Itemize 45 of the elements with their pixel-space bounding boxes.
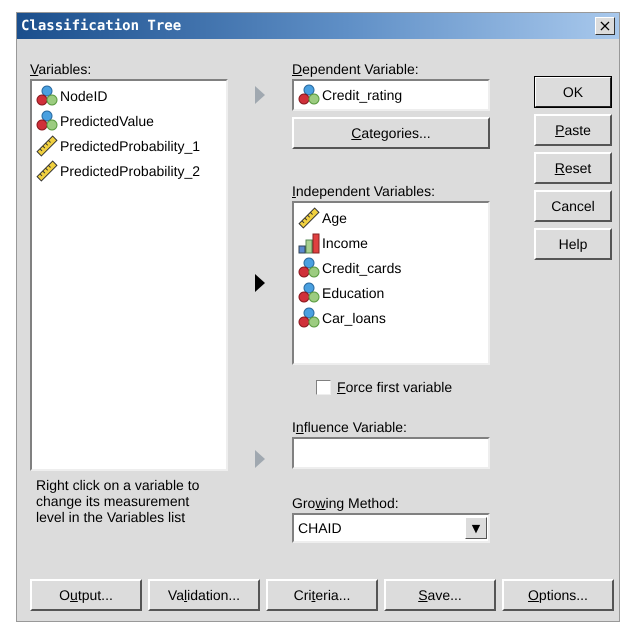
- window-title: Classification Tree: [21, 18, 182, 34]
- variable-item[interactable]: NodeID: [60, 88, 108, 104]
- variable-item[interactable]: Age: [322, 210, 347, 226]
- dialog-button[interactable]: Paste: [534, 114, 612, 146]
- growing-method-dropdown[interactable]: CHAID ▼: [292, 513, 490, 543]
- dialog-button[interactable]: Reset: [534, 152, 612, 184]
- variable-item[interactable]: PredictedProbability_2: [60, 162, 200, 178]
- categories-button[interactable]: Categories...: [292, 117, 490, 149]
- checkbox-label: Force first variable: [337, 379, 452, 395]
- influence-label: Influence Variable:: [292, 419, 408, 435]
- variable-item[interactable]: Income: [322, 234, 368, 250]
- variable-item[interactable]: Car_loans: [322, 310, 386, 326]
- bar-chart-icon: [298, 232, 320, 254]
- dependent-label: Dependent Variable:: [292, 61, 420, 77]
- dialog-button[interactable]: Criteria...: [266, 579, 378, 611]
- variable-item[interactable]: Credit_cards: [322, 260, 402, 276]
- nominal-measure-icon: [298, 84, 320, 106]
- dialog-button[interactable]: Output...: [30, 579, 142, 611]
- variable-item[interactable]: PredictedProbability_1: [60, 138, 200, 154]
- variable-item[interactable]: Education: [322, 284, 384, 300]
- dependent-field[interactable]: Credit_rating: [292, 79, 490, 111]
- dialog-button[interactable]: Help: [534, 228, 612, 260]
- variable-item[interactable]: Credit_rating: [322, 87, 402, 103]
- dialog-button[interactable]: OK: [534, 76, 612, 108]
- variable-item[interactable]: PredictedValue: [60, 112, 154, 128]
- dialog-button[interactable]: Cancel: [534, 190, 612, 222]
- dropdown-button[interactable]: ▼: [465, 517, 487, 539]
- move-arrow-button[interactable]: [254, 273, 266, 293]
- dialog-button[interactable]: Save...: [384, 579, 496, 611]
- dialog-button[interactable]: Validation...: [148, 579, 260, 611]
- checkbox[interactable]: [316, 380, 331, 394]
- nominal-measure-icon: [298, 306, 320, 328]
- independent-label: Independent Variables:: [292, 183, 436, 199]
- independent-list[interactable]: Age Income Credit_cards Education Car_loans: [292, 201, 490, 365]
- dialog-button[interactable]: Options...: [502, 579, 614, 611]
- variables-list[interactable]: NodeID PredictedValue PredictedProbability_1 PredictedProbability_2: [30, 79, 228, 471]
- influence-field[interactable]: [292, 437, 490, 469]
- hint-text: Right click on a variable to change its measurement level in the Variables list: [36, 477, 200, 525]
- close-button[interactable]: ×: [595, 17, 615, 35]
- nominal-measure-icon: [298, 256, 320, 278]
- nominal-measure-icon: [36, 84, 58, 106]
- growing-method-label: Growing Method:: [292, 495, 400, 511]
- nominal-measure-icon: [36, 110, 58, 132]
- variables-label: Variables:: [30, 61, 92, 77]
- nominal-measure-icon: [298, 282, 320, 304]
